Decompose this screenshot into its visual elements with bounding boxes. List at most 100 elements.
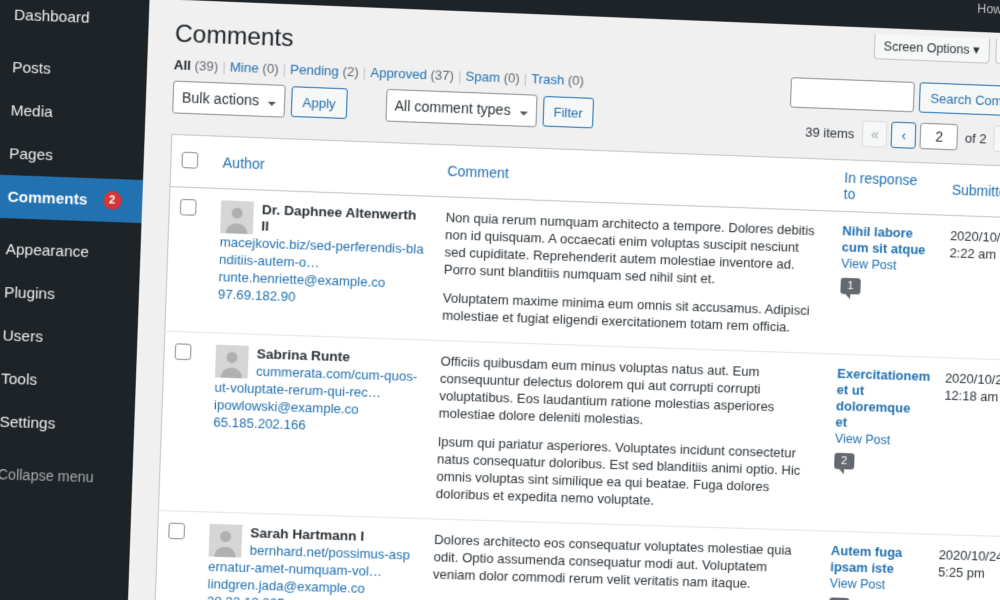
help-button[interactable]: Help ▾ — [995, 39, 1000, 66]
search-input[interactable] — [790, 77, 915, 112]
sidebar-item-tools[interactable]: Tools — [0, 356, 137, 405]
response-comment-count[interactable]: 1 — [840, 278, 861, 295]
row-select-cell — [154, 510, 200, 600]
comment-cell: Officiis quibusdam eum minus voluptas na… — [425, 340, 828, 531]
submitted-on-cell: 2020/10/29 at 2:22 am — [936, 215, 1000, 361]
screen-options-label: Screen Options — [883, 39, 969, 57]
response-post-title[interactable]: Autem fuga ipsam iste — [830, 543, 919, 578]
sidebar-item-settings[interactable]: Settings — [0, 399, 135, 448]
comment-paragraph: Non quia rerum numquam architecto a temp… — [444, 209, 823, 292]
author-name: Sabrina Runte — [256, 346, 350, 364]
sidebar-item-label: Settings — [0, 413, 56, 432]
sidebar-item-media[interactable]: Media — [0, 87, 146, 137]
row-checkbox[interactable] — [175, 343, 192, 360]
pin-icon — [0, 56, 1, 77]
admin-sidebar: Dashboard Posts Media Pages Comments 2 A… — [0, 0, 150, 600]
collapse-menu-label: Collapse menu — [0, 466, 94, 485]
row-select-cell — [158, 331, 206, 512]
filter-link-mine[interactable]: Mine — [230, 59, 259, 75]
dashboard-icon — [0, 3, 3, 24]
screen-options-button[interactable]: Screen Options ▾ — [873, 34, 989, 64]
sidebar-item-appearance[interactable]: Appearance — [0, 226, 141, 275]
comment-type-select-wrap: All comment types — [385, 89, 537, 127]
prev-page-button[interactable]: ‹ — [891, 122, 917, 149]
sidebar-item-posts[interactable]: Posts — [0, 44, 148, 94]
bulk-actions-select[interactable]: Bulk actions — [172, 81, 286, 118]
search-comments-button[interactable]: Search Comments — [919, 82, 1000, 117]
sidebar-item-plugins[interactable]: Plugins — [0, 269, 140, 318]
chevron-down-icon: ▾ — [973, 43, 980, 57]
filter-link-approved[interactable]: Approved — [370, 65, 427, 83]
avatar — [209, 524, 243, 558]
select-all-header — [170, 134, 213, 188]
sidebar-item-pages[interactable]: Pages — [0, 130, 145, 180]
response-cell: Autem fuga ipsam iste View Post 2 — [818, 531, 930, 600]
row-checkbox[interactable] — [180, 199, 197, 216]
comment-cell: Dolores architecto eos consequatur volup… — [421, 519, 822, 600]
author-cell: Sarah Hartmann I bernhard.net/possimus-a… — [196, 512, 425, 600]
wordpress-admin-window: My WordPress Site 0 New Howdy, Editor Da… — [0, 0, 1000, 600]
sidebar-item-label: Media — [10, 102, 53, 121]
row-checkbox[interactable] — [168, 523, 185, 540]
comment-cell: Non quia rerum numquam architecto a temp… — [431, 196, 833, 353]
avatar — [220, 200, 254, 234]
comment-paragraph: Ipsum qui pariatur asperiores. Voluptate… — [436, 433, 815, 514]
comment-paragraph: Voluptatem maxime minima eum omnis sit a… — [442, 289, 820, 337]
comments-pending-badge: 2 — [102, 191, 121, 210]
submitted-on-cell: 2020/10/28 at 12:18 am — [929, 357, 1000, 537]
response-cell: Exercitationem et ut doloremque et View … — [822, 354, 936, 534]
comments-table: Author Comment In response to Submitted … — [154, 134, 1000, 600]
filter-link-pending[interactable]: Pending — [290, 62, 339, 79]
nav-spacer — [353, 104, 379, 105]
response-post-title[interactable]: Nihil labore cum sit atque — [841, 223, 930, 259]
table-body: Dr. Daphnee Altenwerth II macejkovic.biz… — [154, 187, 1000, 600]
sidebar-item-users[interactable]: Users — [0, 312, 138, 361]
submitted-on-cell: 2020/10/24 at 5:25 pm — [925, 534, 1000, 600]
row-select-cell — [165, 187, 212, 333]
sidebar-item-label: Plugins — [4, 283, 55, 302]
current-page-input[interactable]: 2 — [920, 123, 959, 151]
content-area: Screen Options ▾ Help ▾ Comments All (39… — [130, 0, 1000, 600]
sidebar-item-dashboard[interactable]: Dashboard — [0, 0, 150, 42]
author-cell: Dr. Daphnee Altenwerth II macejkovic.biz… — [206, 188, 436, 340]
column-header-date[interactable]: Submitted on — [941, 164, 1000, 219]
howdy-label: Howdy, Editor — [977, 2, 1000, 19]
avatar — [215, 345, 249, 379]
author-cell: Sabrina Runte cummerata.com/cum-quos-ut-… — [200, 333, 431, 519]
comment-paragraph: Dolores architecto eos consequatur volup… — [433, 531, 812, 594]
comment-type-select[interactable]: All comment types — [385, 89, 537, 127]
sidebar-item-label: Tools — [1, 370, 38, 389]
filter-link-trash[interactable]: Trash — [531, 71, 565, 88]
sidebar-item-label: Pages — [9, 145, 53, 164]
view-post-link[interactable]: View Post — [830, 576, 918, 593]
sidebar-item-label: Users — [2, 327, 43, 346]
response-cell: Nihil labore cum sit atque View Post 1 — [828, 211, 941, 357]
select-all-checkbox[interactable] — [181, 151, 198, 168]
sidebar-item-label: Appearance — [5, 240, 89, 260]
view-post-link[interactable]: View Post — [835, 431, 923, 448]
table-row[interactable]: Sabrina Runte cummerata.com/cum-quos-ut-… — [158, 331, 1000, 537]
column-header-author[interactable]: Author — [212, 136, 439, 196]
first-page-button[interactable]: « — [862, 120, 888, 147]
filter-link-spam[interactable]: Spam — [465, 68, 500, 85]
filter-link-all[interactable]: All (39) — [174, 57, 219, 74]
filter-button[interactable]: Filter — [542, 96, 594, 128]
items-count-label: 39 items — [805, 124, 855, 141]
apply-button[interactable]: Apply — [291, 86, 348, 119]
sidebar-item-comments[interactable]: Comments 2 — [0, 173, 143, 223]
total-pages-label: of 2 — [965, 130, 987, 146]
comment-paragraph: Officiis quibusdam eum minus voluptas na… — [438, 352, 817, 434]
author-name: Dr. Daphnee Altenwerth II — [261, 202, 417, 234]
response-comment-count[interactable]: 2 — [834, 453, 855, 470]
next-page-button[interactable]: › — [993, 126, 1000, 153]
column-header-response[interactable]: In response to — [833, 159, 943, 215]
sidebar-item-label: Dashboard — [14, 6, 90, 26]
bulk-actions-select-wrap: Bulk actions — [172, 81, 286, 118]
howdy-menu[interactable]: Howdy, Editor — [977, 2, 1000, 20]
screenshot-stage: My WordPress Site 0 New Howdy, Editor Da… — [0, 0, 1000, 600]
sidebar-item-label: Posts — [12, 58, 51, 77]
collapse-menu-button[interactable]: Collapse menu — [0, 451, 133, 500]
sidebar-item-label: Comments — [7, 188, 87, 208]
view-post-link[interactable]: View Post — [841, 256, 929, 273]
response-post-title[interactable]: Exercitationem et ut doloremque et — [835, 366, 925, 434]
